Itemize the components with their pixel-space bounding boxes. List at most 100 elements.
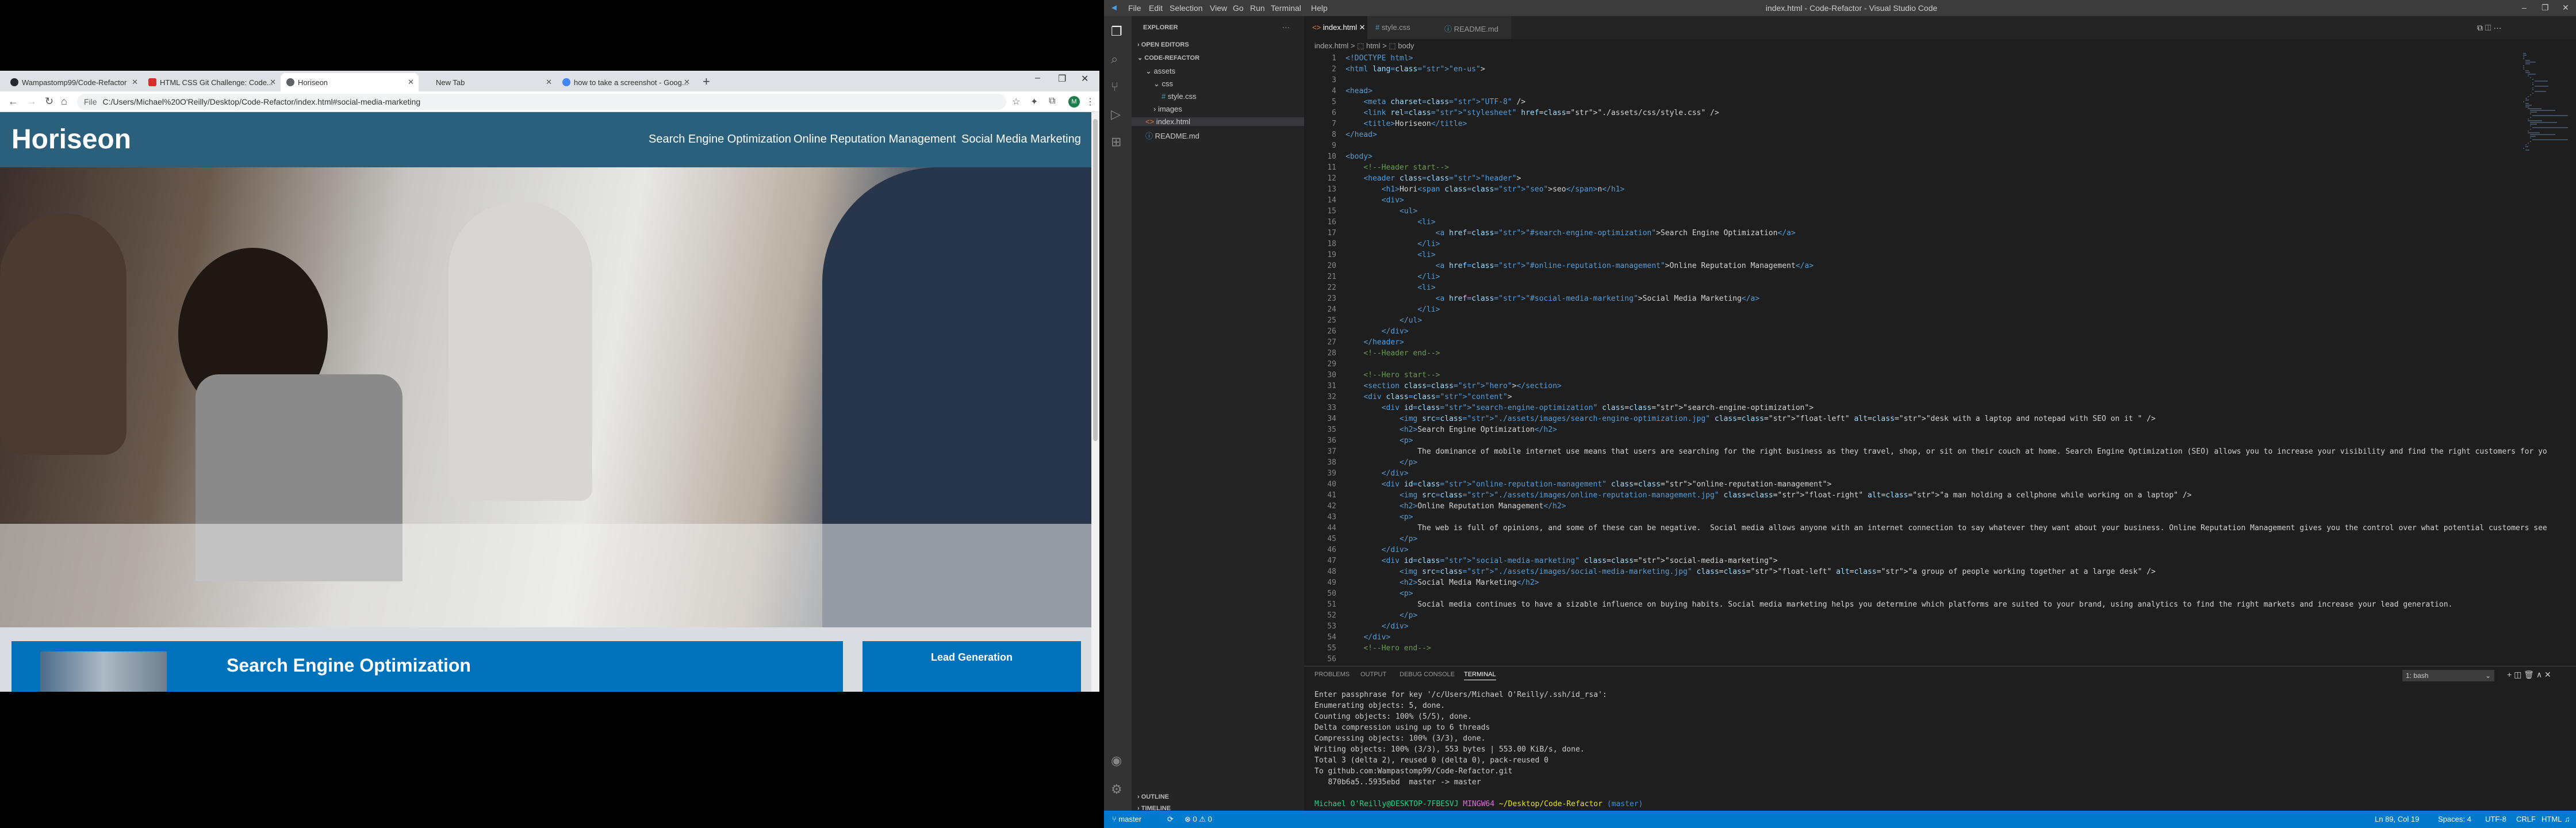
nav-link-smm[interactable]: Social Media Marketing <box>961 133 1081 146</box>
source-control-icon[interactable]: ⑂ <box>1111 79 1118 94</box>
code-line[interactable]: <html lang=class="str">"en-us"> <box>1346 64 1485 75</box>
code-line[interactable]: <!--Hero start--> <box>1346 370 1440 381</box>
file-tree-item[interactable]: <> index.html <box>1132 117 1304 126</box>
explorer-icon[interactable]: ❐ <box>1111 24 1122 39</box>
site-logo[interactable]: Horiseon <box>12 124 131 155</box>
profile-avatar[interactable]: M <box>1068 96 1080 108</box>
code-line[interactable]: </p> <box>1346 610 1417 621</box>
code-line[interactable]: <div> <box>1346 195 1404 206</box>
code-line[interactable]: <!--Header end--> <box>1346 348 1440 359</box>
code-line[interactable]: The web is full of opinions, and some of… <box>1346 523 2547 534</box>
eol-status[interactable]: CRLF <box>2516 815 2536 823</box>
extensions-icon[interactable]: ⊞ <box>1111 135 1121 150</box>
browser-tab-challenge[interactable]: HTML CSS Git Challenge: Code... ✕ <box>143 73 281 91</box>
kebab-menu-icon[interactable]: ⋮ <box>1086 96 1095 108</box>
maximize-icon[interactable]: ❐ <box>2542 3 2549 13</box>
extension-icon[interactable]: ✦ <box>1030 96 1038 108</box>
code-line[interactable]: <h2>Search Engine Optimization</h2> <box>1346 424 1557 435</box>
code-line[interactable]: <a href=class="str">"#social-media-marke… <box>1346 293 1760 304</box>
code-line[interactable]: </div> <box>1346 621 1409 632</box>
file-tree-item[interactable]: ⌄ assets <box>1145 67 1175 76</box>
split-editor-icon[interactable]: ⧉ ◫ ··· <box>2477 23 2501 33</box>
code-line[interactable]: <img src=class="str">"./assets/images/se… <box>1346 413 2156 424</box>
terminal-shell-select[interactable]: 1: bash ⌄ <box>2402 670 2494 681</box>
menu-help[interactable]: Help <box>1311 3 1328 13</box>
run-debug-icon[interactable]: ▷ <box>1111 107 1121 122</box>
code-line[interactable]: <a href=class="str">"#online-reputation-… <box>1346 260 1814 271</box>
menu-run[interactable]: Run <box>1250 3 1265 13</box>
menu-selection[interactable]: Selection <box>1170 3 1203 13</box>
code-line[interactable]: <h2>Online Reputation Management</h2> <box>1346 501 1566 512</box>
tab-readme[interactable]: ⓘ README.md <box>1436 16 1511 39</box>
close-icon[interactable]: ✕ <box>132 78 138 87</box>
code-line[interactable]: <p> <box>1346 588 1413 599</box>
code-line[interactable]: </li> <box>1346 239 1440 250</box>
code-line[interactable]: <div id=class="str">"social-media-market… <box>1346 555 1778 566</box>
code-line[interactable]: <header class=class="str">"header"> <box>1346 173 1521 184</box>
code-line[interactable]: </div> <box>1346 632 1390 643</box>
sync-icon[interactable]: ⟳ <box>1167 815 1174 824</box>
minimize-icon[interactable]: – <box>1035 73 1040 83</box>
code-line[interactable]: </head> <box>1346 129 1377 140</box>
close-icon[interactable]: ✕ <box>270 78 276 87</box>
code-line[interactable]: <head> <box>1346 86 1373 97</box>
file-tree-item[interactable]: › images <box>1153 105 1182 113</box>
code-line[interactable]: <meta charset=class="str">"UTF-8" /> <box>1346 97 1525 108</box>
browser-tab-google[interactable]: how to take a screenshot - Goog... ✕ <box>557 73 695 91</box>
code-line[interactable]: <!--Hero end--> <box>1346 643 1431 654</box>
maximize-icon[interactable]: ❐ <box>1058 73 1066 85</box>
breadcrumb[interactable]: index.html > ⬚ html > ⬚ body <box>1304 39 2576 53</box>
search-icon[interactable]: ⌕ <box>1111 52 1118 67</box>
code-line[interactable]: <h1>Hori<span class=class="str">"seo">se… <box>1346 184 1625 195</box>
close-icon[interactable]: ✕ <box>1359 23 1366 32</box>
menu-file[interactable]: File <box>1128 3 1141 13</box>
browser-tab-newtab[interactable]: New Tab ✕ <box>419 73 557 91</box>
code-line[interactable]: <!--Header start--> <box>1346 162 1449 173</box>
menu-view[interactable]: View <box>1210 3 1227 13</box>
code-line[interactable]: </div> <box>1346 545 1409 555</box>
panel-tab-output[interactable]: OUTPUT <box>1360 671 1386 678</box>
file-tree-item[interactable]: # style.css <box>1162 92 1197 101</box>
code-line[interactable]: <section class=class="str">"hero"></sect… <box>1346 381 1561 392</box>
code-line[interactable]: <title>Horiseon</title> <box>1346 118 1467 129</box>
reload-icon[interactable]: ↻ <box>45 95 53 108</box>
code-line[interactable]: <body> <box>1346 151 1373 162</box>
forward-arrow-icon[interactable]: → <box>26 95 37 108</box>
code-line[interactable]: <li> <box>1346 250 1435 260</box>
terminal-actions-icon[interactable]: + ◫ 🗑 ∧ ✕ <box>2507 670 2551 680</box>
nav-link-orm[interactable]: Online Reputation Management <box>793 133 956 146</box>
encoding-status[interactable]: UTF-8 <box>2485 815 2506 823</box>
code-line[interactable]: </ul> <box>1346 315 1422 326</box>
home-icon[interactable]: ⌂ <box>61 95 67 108</box>
code-line[interactable]: <!DOCTYPE html> <box>1346 53 1413 64</box>
close-icon[interactable]: ✕ <box>408 78 414 87</box>
close-window-icon[interactable]: ✕ <box>1081 73 1088 85</box>
account-icon[interactable]: ◉ <box>1111 753 1122 768</box>
browser-tab-horiseon[interactable]: Horiseon ✕ <box>281 73 419 91</box>
tab-style-css[interactable]: # style.css <box>1367 16 1436 39</box>
code-line[interactable]: The dominance of mobile internet use mea… <box>1346 446 2547 457</box>
language-status[interactable]: HTML <box>2542 815 2562 823</box>
panel-tab-problems[interactable]: PROBLEMS <box>1314 671 1350 678</box>
code-line[interactable]: </li> <box>1346 304 1440 315</box>
outline-header[interactable]: › OUTLINE <box>1137 793 1169 800</box>
code-line[interactable]: </li> <box>1346 271 1440 282</box>
nav-link-seo[interactable]: Search Engine Optimization <box>649 133 791 146</box>
menu-go[interactable]: Go <box>1233 3 1244 13</box>
menu-terminal[interactable]: Terminal <box>1271 3 1301 13</box>
file-tree-item[interactable]: ⓘ README.md <box>1145 130 1199 141</box>
code-line[interactable]: <img src=class="str">"./assets/images/on… <box>1346 490 2192 501</box>
cursor-position[interactable]: Ln 89, Col 19 <box>2375 815 2419 823</box>
code-line[interactable]: <div class=class="str">"content"> <box>1346 392 1512 402</box>
open-editors-header[interactable]: › OPEN EDITORS <box>1137 41 1189 48</box>
minimap[interactable] <box>2523 53 2569 283</box>
back-arrow-icon[interactable]: ← <box>8 95 18 108</box>
menu-edit[interactable]: Edit <box>1149 3 1163 13</box>
page-scrollbar-thumb[interactable] <box>1093 119 1098 441</box>
bookmark-star-icon[interactable]: ☆ <box>1012 96 1020 108</box>
problems-status[interactable]: ⊗ 0 ⚠ 0 <box>1184 815 1212 824</box>
code-line[interactable]: <li> <box>1346 217 1435 228</box>
gear-icon[interactable]: ⚙ <box>1111 782 1122 797</box>
code-line[interactable]: <div id=class="str">"online-reputation-m… <box>1346 479 1832 490</box>
code-line[interactable]: <div id=class="str">"search-engine-optim… <box>1346 402 1814 413</box>
